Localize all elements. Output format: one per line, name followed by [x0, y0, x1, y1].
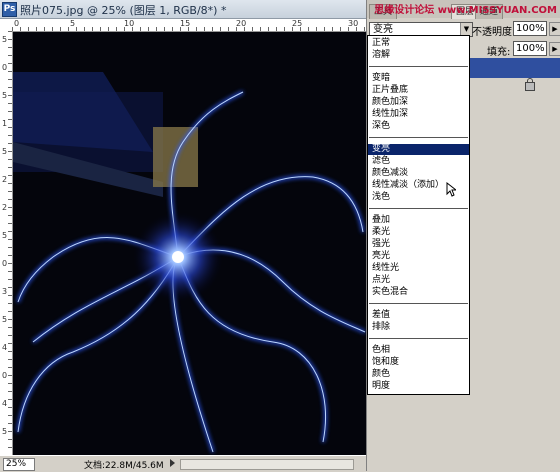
fill-label: 填充: — [487, 47, 511, 58]
ruler-label: 5 — [2, 315, 8, 324]
ruler-label: 10 — [124, 19, 135, 28]
status-bar: 25% 文档:22.8M/45.6M — [0, 455, 366, 472]
blend-option[interactable]: 实色混合 — [368, 287, 469, 298]
fill-arrow-icon[interactable]: ▶ — [549, 42, 560, 56]
ruler-label: 4 — [2, 399, 8, 408]
blend-option[interactable]: 强光 — [368, 239, 469, 250]
document-size[interactable]: 文档:22.8M/45.6M — [84, 458, 164, 471]
ruler-label: 3 — [2, 287, 8, 296]
ruler-label: 4 — [2, 343, 8, 352]
document-titlebar[interactable]: Ps 照片075.jpg @ 25% (图层 1, RGB/8*) * — [0, 0, 366, 19]
blend-option[interactable]: 柔光 — [368, 227, 469, 238]
blend-option[interactable]: 溶解 — [368, 50, 469, 61]
zoom-field[interactable]: 25% — [3, 458, 35, 471]
menu-divider — [369, 66, 468, 67]
ruler-label: 5 — [2, 91, 8, 100]
horizontal-scrollbar[interactable] — [180, 459, 354, 470]
lock-icon — [525, 78, 535, 91]
blend-option[interactable]: 正片叠底 — [368, 85, 469, 96]
ruler-label: 5 — [2, 231, 8, 240]
ruler-label: 5 — [2, 427, 8, 436]
blend-mode-dropdown[interactable]: 正常 溶解 变暗 正片叠底 颜色加深 线性加深 深色 变亮 滤色 颜色减淡 线性… — [367, 35, 470, 395]
opacity-input[interactable]: 100% — [513, 21, 547, 36]
blend-option[interactable]: 亮光 — [368, 251, 469, 262]
ruler-label: 0 — [14, 19, 20, 28]
blend-option[interactable]: 变暗 — [368, 73, 469, 84]
light-painting-photo — [13, 32, 366, 455]
ruler-label: 20 — [236, 19, 247, 28]
fill-input[interactable]: 100% — [513, 41, 547, 56]
ruler-label: 0 — [2, 371, 8, 380]
blend-option[interactable]: 线性加深 — [368, 109, 469, 120]
blend-option[interactable]: 颜色加深 — [368, 97, 469, 108]
ruler-label: 2 — [2, 175, 8, 184]
blend-option[interactable]: 颜色减淡 — [368, 168, 469, 179]
ruler-label: 25 — [292, 19, 303, 28]
blend-mode-value: 变亮 — [373, 24, 393, 35]
ruler-label: 5 — [70, 19, 76, 28]
menu-divider — [369, 338, 468, 339]
blend-option[interactable]: 差值 — [368, 310, 469, 321]
image-canvas[interactable] — [13, 32, 366, 455]
menu-divider — [369, 303, 468, 304]
ruler-label: 0 — [2, 63, 8, 72]
opacity-label: 不透明度: — [472, 27, 516, 38]
opacity-arrow-icon[interactable]: ▶ — [549, 22, 560, 36]
ruler-label: 5 — [2, 35, 8, 44]
layers-panel: 工具 图层 通道 思缘设计论坛 www.MISSYUAN.COM 变亮 ▼ 不透… — [366, 0, 560, 471]
ruler-label: 5 — [2, 147, 8, 156]
menu-divider — [369, 137, 468, 138]
ruler-label: 30 — [348, 19, 359, 28]
ruler-label: 2 — [2, 203, 8, 212]
blend-option[interactable]: 正常 — [368, 38, 469, 49]
blend-option-selected[interactable]: 变亮 — [368, 144, 469, 155]
vertical-ruler[interactable]: 5 0 5 1 5 2 2 5 0 3 5 4 0 4 5 — [0, 31, 13, 455]
blend-option[interactable]: 点光 — [368, 275, 469, 286]
blend-option[interactable]: 线性光 — [368, 263, 469, 274]
blend-option[interactable]: 排除 — [368, 322, 469, 333]
blend-option[interactable]: 色相 — [368, 345, 469, 356]
blend-option[interactable]: 深色 — [368, 121, 469, 132]
blend-option[interactable]: 滤色 — [368, 156, 469, 167]
blend-option[interactable]: 颜色 — [368, 369, 469, 380]
blend-option[interactable]: 饱和度 — [368, 357, 469, 368]
ruler-label: 0 — [2, 259, 8, 268]
blend-option[interactable]: 明度 — [368, 381, 469, 392]
mouse-pointer-icon — [446, 182, 456, 197]
status-menu-arrow-icon[interactable] — [170, 459, 175, 467]
panel-tab-bar: 工具 图层 通道 思缘设计论坛 www.MISSYUAN.COM — [367, 0, 560, 19]
photoshop-icon: Ps — [2, 2, 17, 17]
horizontal-ruler[interactable]: 0 5 10 15 20 25 30 — [12, 19, 366, 32]
menu-divider — [369, 208, 468, 209]
ruler-label: 15 — [180, 19, 191, 28]
layer-row-selected[interactable] — [468, 58, 560, 78]
blend-option[interactable]: 叠加 — [368, 215, 469, 226]
ruler-label: 1 — [2, 119, 8, 128]
watermark: 思缘设计论坛 www.MISSYUAN.COM — [374, 5, 557, 16]
document-title: 照片075.jpg @ 25% (图层 1, RGB/8*) * — [20, 4, 227, 17]
